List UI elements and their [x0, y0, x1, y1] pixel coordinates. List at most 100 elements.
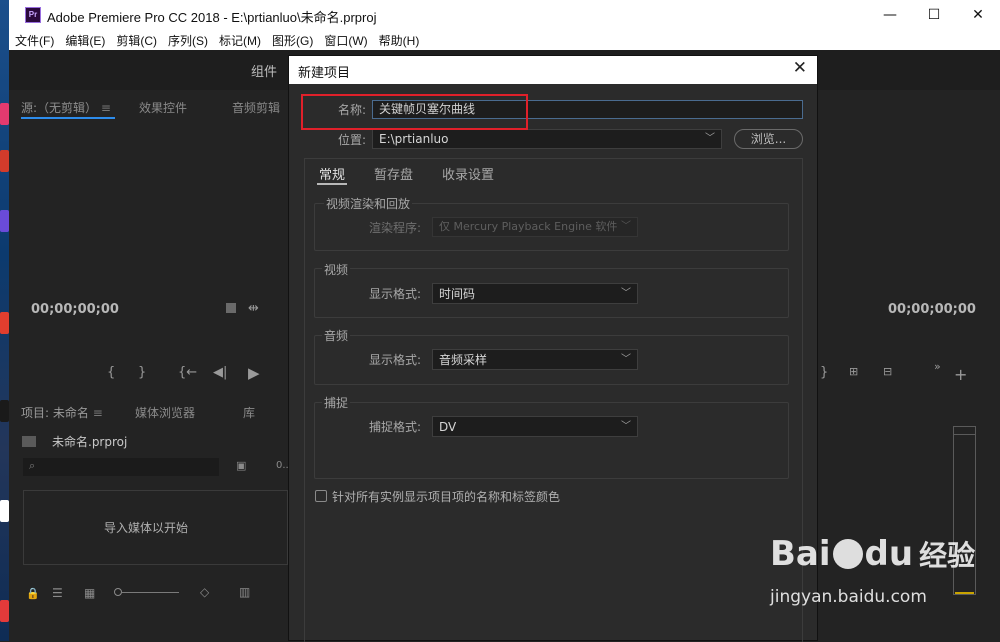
project-file-icon	[22, 436, 36, 447]
lift-icon[interactable]: ⊞	[849, 365, 858, 378]
menu-window[interactable]: 窗口(W)	[324, 32, 367, 49]
tab-audio-clip-mixer[interactable]: 音频剪辑	[232, 99, 280, 116]
add-button-icon[interactable]: +	[954, 365, 967, 384]
menu-sequence[interactable]: 序列(S)	[168, 32, 208, 49]
step-back-icon[interactable]: ◀|	[213, 365, 227, 380]
mark-out-icon[interactable]: }	[820, 365, 828, 380]
tab-scratch-disks[interactable]: 暂存盘	[374, 164, 413, 183]
capture-format-label: 捕捉格式:	[369, 420, 422, 434]
show-labels-checkbox-label: 针对所有实例显示项目项的名称和标签颜色	[332, 490, 561, 504]
chevron-down-icon: ﹀	[621, 421, 631, 432]
icon-view-icon[interactable]: ▦	[84, 586, 95, 600]
tab-ingest-settings[interactable]: 收录设置	[442, 164, 494, 183]
search-icon: ⌕	[29, 459, 36, 472]
active-tab-underline	[317, 183, 347, 185]
desktop-icon[interactable]	[0, 600, 9, 622]
chevron-down-icon: ﹀	[621, 221, 631, 232]
baidu-jingyan-watermark: Bai du 经验 jingyan.baidu.com	[770, 535, 975, 607]
more-controls-icon[interactable]: »	[934, 360, 941, 373]
tab-source[interactable]: 源:（无剪辑） ≡	[21, 99, 111, 116]
new-project-dialog: 新建项目 ✕ 名称: 关键帧贝塞尔曲线 位置: E:\prtianluo ﹀ 浏…	[288, 55, 818, 642]
active-tab-underline	[21, 117, 115, 119]
desktop-strip	[0, 0, 9, 641]
desktop-icon[interactable]	[0, 400, 9, 422]
capture-format-value: DV	[439, 420, 457, 434]
mark-in-icon[interactable]: {	[107, 365, 115, 380]
workspace-tab-assembly[interactable]: 组件	[251, 61, 277, 80]
zoom-slider-handle[interactable]	[114, 588, 122, 596]
menu-marker[interactable]: 标记(M)	[219, 32, 261, 49]
meter-divider	[953, 434, 976, 435]
window-title: Adobe Premiere Pro CC 2018 - E:\prtianlu…	[47, 10, 377, 25]
minimize-button[interactable]: —	[867, 0, 913, 30]
project-panel: 项目: 未命名 ≡ 媒体浏览器 库 未命名.prproj ⌕ ▣ 0... 导入…	[12, 398, 292, 641]
mark-out-icon[interactable]: }	[138, 365, 146, 380]
tab-general[interactable]: 常规	[319, 164, 345, 183]
drag-icon[interactable]: ⇹	[248, 301, 259, 316]
source-timecode[interactable]: 00;00;00;00	[31, 302, 119, 317]
dialog-header: 新建项目 ✕	[289, 56, 817, 84]
capture-group-title: 捕捉	[322, 394, 351, 411]
renderer-label: 渲染程序:	[369, 221, 422, 235]
program-monitor-panel: 00;00;00;00 } ⊞ ⊟ » +	[817, 90, 1000, 390]
search-input[interactable]	[23, 458, 219, 476]
renderer-select: 仅 Mercury Playback Engine 软件 ﹀	[432, 217, 638, 237]
close-button[interactable]: ✕	[955, 0, 1000, 30]
dialog-title: 新建项目	[298, 65, 351, 80]
program-timecode[interactable]: 00;00;00;00	[888, 302, 976, 317]
video-display-format-label: 显示格式:	[369, 287, 422, 301]
video-display-format-value: 时间码	[439, 287, 476, 301]
premiere-app-icon: Pr	[25, 7, 41, 23]
menu-edit[interactable]: 编辑(E)	[65, 32, 105, 49]
desktop-icon[interactable]	[0, 210, 9, 232]
go-to-in-icon[interactable]: {←	[178, 365, 197, 380]
menu-file[interactable]: 文件(F)	[15, 32, 54, 49]
new-bin-icon[interactable]: ▣	[236, 459, 246, 472]
renderer-value: 仅 Mercury Playback Engine 软件	[439, 220, 618, 233]
chevron-down-icon: ﹀	[705, 133, 715, 144]
menu-graphics[interactable]: 图形(G)	[272, 32, 313, 49]
menu-help[interactable]: 帮助(H)	[379, 32, 420, 49]
lock-icon[interactable]: 🔒	[26, 587, 40, 600]
audio-display-format-label: 显示格式:	[369, 353, 422, 367]
video-display-format-select[interactable]: 时间码 ﹀	[432, 283, 638, 304]
automate-icon[interactable]: ▥	[239, 585, 250, 599]
audio-group-title: 音频	[322, 327, 351, 344]
video-group-title: 视频	[322, 261, 351, 278]
watermark-url: jingyan.baidu.com	[770, 587, 927, 607]
source-monitor-panel: 源:（无剪辑） ≡ 效果控件 音频剪辑 00;00;00;00 ⇹ { } {←…	[12, 90, 288, 390]
menu-bar: 文件(F) 编辑(E) 剪辑(C) 序列(S) 标记(M) 图形(G) 窗口(W…	[9, 30, 1000, 50]
list-view-icon[interactable]: ☰	[52, 586, 63, 600]
name-field-highlight	[301, 94, 528, 130]
chevron-down-icon: ﹀	[621, 288, 631, 299]
tab-effect-controls[interactable]: 效果控件	[139, 99, 187, 116]
capture-group	[314, 402, 789, 479]
location-label: 位置:	[338, 133, 367, 147]
zoom-slider-track[interactable]	[122, 592, 179, 593]
desktop-icon[interactable]	[0, 103, 9, 125]
sort-icon[interactable]: ◇	[200, 585, 209, 599]
capture-format-select[interactable]: DV ﹀	[432, 416, 638, 437]
menu-clip[interactable]: 剪辑(C)	[116, 32, 157, 49]
extract-icon[interactable]: ⊟	[883, 365, 892, 378]
watermark-logo: Bai du 经验	[770, 534, 976, 574]
tab-media-browser[interactable]: 媒体浏览器	[135, 404, 195, 421]
tab-libraries[interactable]: 库	[243, 404, 255, 421]
tab-project[interactable]: 项目: 未命名 ≡	[21, 404, 103, 421]
browse-button[interactable]: 浏览...	[734, 129, 803, 149]
desktop-icon[interactable]	[0, 500, 9, 522]
show-labels-checkbox[interactable]	[315, 490, 327, 502]
clip-icon[interactable]	[226, 303, 236, 313]
paw-icon	[832, 539, 863, 569]
maximize-button[interactable]: ☐	[911, 0, 957, 30]
audio-display-format-select[interactable]: 音频采样 ﹀	[432, 349, 638, 370]
audio-display-format-value: 音频采样	[439, 353, 488, 367]
desktop-icon[interactable]	[0, 150, 9, 172]
empty-hint: 导入媒体以开始	[104, 521, 189, 535]
render-group-title: 视频渲染和回放	[324, 195, 413, 212]
dialog-close-icon[interactable]: ✕	[793, 58, 807, 78]
play-icon[interactable]: ▶	[248, 364, 260, 382]
desktop-icon[interactable]	[0, 312, 9, 334]
title-bar: Pr Adobe Premiere Pro CC 2018 - E:\prtia…	[9, 0, 1000, 30]
location-select[interactable]: E:\prtianluo ﹀	[372, 129, 722, 149]
